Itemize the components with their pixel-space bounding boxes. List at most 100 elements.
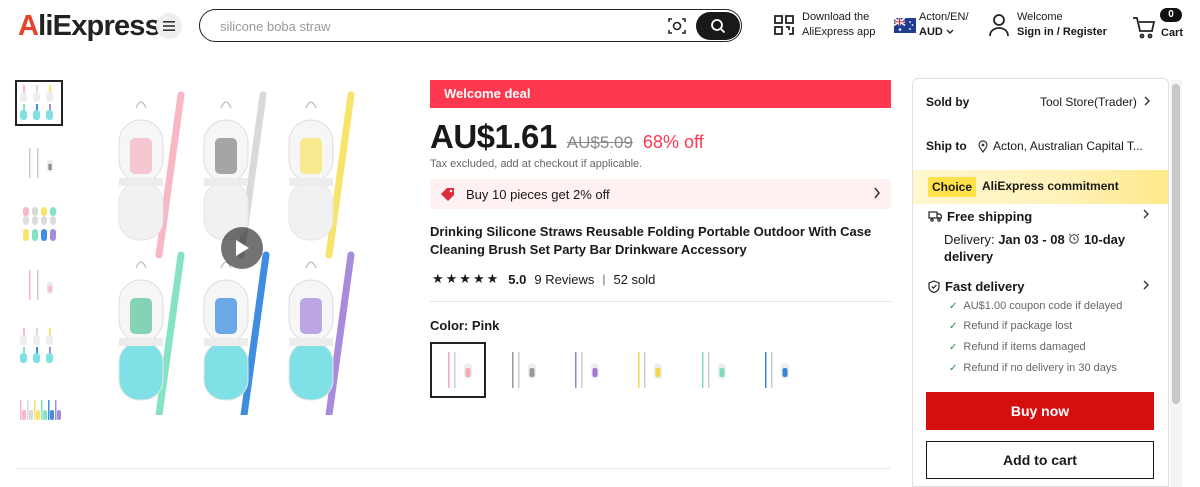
swatch-image (638, 352, 662, 388)
check-icon: ✓ (949, 341, 958, 353)
thumbnail-6[interactable] (15, 384, 63, 430)
locale-line1: Acton/EN/ (919, 11, 969, 23)
sold-count: 52 sold (613, 271, 656, 287)
color-swatch-gray[interactable] (494, 342, 550, 398)
aliexpress-logo[interactable]: AliExpress (18, 10, 161, 43)
search-icon (711, 19, 726, 34)
straw-case (288, 251, 355, 415)
locale-selector[interactable]: Acton/EN/ AUD (894, 10, 969, 40)
selected-color: Pink (471, 318, 500, 333)
guarantee-item: ✓ Refund if items damaged (949, 341, 1086, 353)
price-tag-icon (441, 188, 454, 201)
top-header: AliExpress Download the AliExpress app A… (0, 0, 1200, 52)
search-input[interactable] (220, 16, 640, 36)
hamburger-icon (163, 21, 175, 31)
thumbnail-image (23, 207, 56, 241)
sold-by-label: Sold by (926, 95, 970, 109)
bundle-offer[interactable]: Buy 10 pieces get 2% off (430, 179, 891, 209)
color-swatch-green[interactable] (684, 342, 740, 398)
scrollbar-thumb[interactable] (1172, 84, 1180, 404)
discount-label: 68% off (642, 132, 704, 152)
reviews-link[interactable]: 9 Reviews (534, 272, 594, 287)
free-shipping-row[interactable]: Free shipping (928, 209, 1032, 224)
shield-check-icon (928, 280, 940, 293)
swatch-image (512, 352, 536, 388)
chevron-down-icon (946, 29, 954, 34)
thumbnail-image (20, 328, 53, 363)
star-rating-icon: ★★★★★ (432, 271, 501, 286)
swatch-image (702, 352, 726, 388)
check-icon: ✓ (949, 362, 958, 374)
search-bar (199, 9, 742, 42)
guarantee-text: Refund if package lost (963, 320, 1073, 332)
product-title: Drinking Silicone Straws Reusable Foldin… (430, 224, 872, 257)
truck-icon (928, 211, 942, 222)
divider (15, 468, 890, 469)
thumbnail-2[interactable] (15, 140, 63, 186)
rating-row: ★★★★★ 5.0 9 Reviews | 52 sold (432, 271, 655, 287)
download-app-link[interactable]: Download the AliExpress app (773, 10, 875, 40)
cart-count-badge: 0 (1160, 8, 1182, 22)
logo-text: liExpress (38, 10, 161, 42)
price-row: AU$1.61 AU$5.09 68% off (430, 118, 704, 156)
store-link[interactable]: Tool Store(Trader) (1040, 95, 1151, 109)
straw-case (288, 91, 355, 259)
rating-score: 5.0 (508, 271, 527, 287)
thumbnail-3[interactable] (15, 201, 63, 247)
commitment-text: AliExpress commitment (982, 179, 1119, 193)
fast-delivery-row[interactable]: Fast delivery (928, 279, 1025, 294)
swatch-image (448, 352, 472, 388)
swatch-image (575, 352, 599, 388)
swatch-image (765, 352, 789, 388)
add-to-cart-button[interactable]: Add to cart (926, 441, 1154, 479)
separator: | (602, 272, 606, 286)
color-swatch-blue[interactable] (747, 342, 803, 398)
user-icon (989, 14, 1009, 37)
play-video-button[interactable] (221, 227, 263, 269)
menu-button[interactable] (156, 13, 182, 39)
color-swatch-purple[interactable] (557, 342, 613, 398)
ship-to-value: Acton, Australian Capital T... (993, 139, 1143, 153)
divider (430, 301, 891, 302)
image-search-button[interactable] (666, 15, 688, 37)
straw-case (203, 251, 270, 415)
download-line2: AliExpress app (802, 26, 876, 38)
thumbnail-4[interactable] (15, 262, 63, 308)
check-icon: ✓ (949, 300, 958, 312)
original-price: AU$5.09 (566, 133, 633, 152)
guarantee-text: AU$1.00 coupon code if delayed (963, 300, 1123, 312)
ship-to-selector[interactable]: Acton, Australian Capital T... (978, 139, 1143, 153)
welcome-deal-banner: Welcome deal (430, 80, 891, 108)
straw-case (118, 251, 185, 415)
color-swatch-pink[interactable] (430, 342, 486, 398)
store-name: Tool Store(Trader) (1040, 95, 1137, 109)
thumbnail-5[interactable] (15, 323, 63, 369)
tax-note: Tax excluded, add at checkout if applica… (430, 158, 643, 170)
welcome-text: Welcome (1017, 11, 1063, 23)
guarantee-item: ✓ Refund if no delivery in 30 days (949, 362, 1117, 374)
currency-label: AUD (919, 26, 943, 38)
chevron-right-icon[interactable] (1143, 280, 1150, 290)
search-button[interactable] (696, 12, 740, 40)
chevron-right-icon (874, 187, 880, 199)
buy-now-button[interactable]: Buy now (926, 392, 1154, 430)
cart-label: Cart (1161, 27, 1184, 39)
choice-badge: Choice (928, 177, 977, 197)
check-icon: ✓ (949, 320, 958, 332)
guarantee-item: ✓ Refund if package lost (949, 320, 1072, 332)
australia-flag-icon (894, 17, 916, 33)
chevron-right-icon (1144, 96, 1151, 106)
color-swatch-yellow[interactable] (620, 342, 676, 398)
guarantee-text: Refund if no delivery in 30 days (963, 362, 1117, 374)
bundle-offer-text: Buy 10 pieces get 2% off (466, 186, 610, 202)
delivery-dates: Jan 03 - 08 (998, 232, 1065, 247)
guarantee-item: ✓ AU$1.00 coupon code if delayed (949, 300, 1122, 312)
thumbnail-image (20, 400, 61, 420)
thumbnail-1[interactable] (15, 80, 63, 126)
thumbnail-image (29, 270, 53, 300)
account-link[interactable]: Welcome Sign in / Register (988, 10, 1107, 40)
free-shipping-label: Free shipping (947, 209, 1033, 224)
chevron-right-icon[interactable] (1143, 209, 1150, 219)
clock-icon (1069, 233, 1080, 244)
ship-to-label: Ship to (926, 139, 967, 153)
